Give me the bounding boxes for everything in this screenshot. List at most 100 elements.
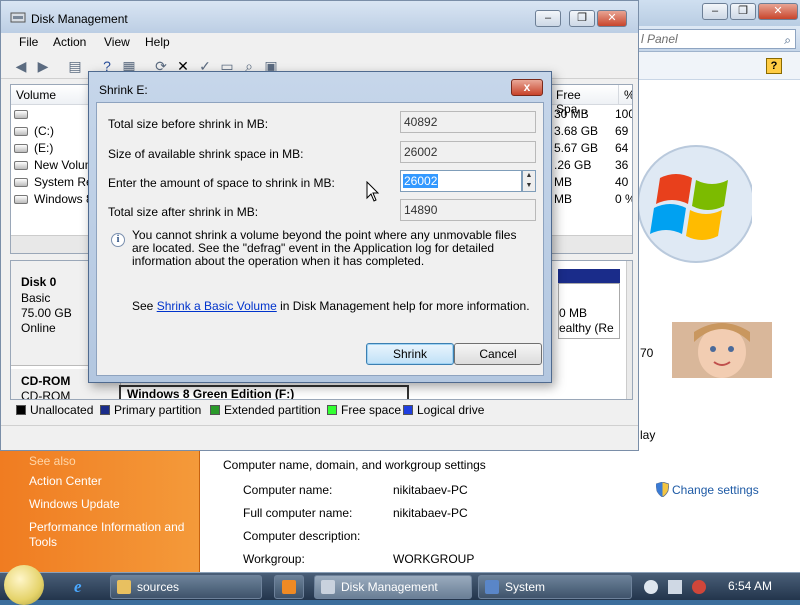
volume-row[interactable]: New Volum	[14, 158, 95, 172]
close-button[interactable]: ✕	[758, 3, 798, 20]
legend-swatch	[16, 405, 26, 415]
action-center-icon[interactable]	[644, 580, 658, 594]
volume-name: (C:)	[34, 124, 54, 138]
menu-action[interactable]: Action	[53, 35, 86, 49]
percent-free-cell: 36	[615, 158, 629, 172]
volume-row[interactable]: (E:)	[14, 141, 53, 155]
shrink-amount-spinner[interactable]: ▲ ▼	[522, 170, 536, 192]
menu-file[interactable]: File	[19, 35, 38, 49]
taskbar-item-label: sources	[137, 580, 180, 594]
available-shrink-label: Size of available shrink space in MB:	[108, 147, 304, 161]
status-bar	[1, 425, 638, 450]
internet-explorer-icon[interactable]: e	[74, 578, 92, 596]
legend-swatch	[210, 405, 220, 415]
taskbar-item-system[interactable]: System	[478, 575, 632, 599]
back-arrow-icon[interactable]: ◀	[13, 58, 29, 74]
disk0-name: Disk 0	[21, 275, 57, 289]
info-message: You cannot shrink a volume beyond the po…	[132, 228, 517, 268]
network-icon[interactable]	[668, 580, 682, 594]
workgroup-label: Workgroup:	[243, 552, 305, 566]
volume-row[interactable]	[14, 107, 34, 121]
column-percent-free[interactable]: % F	[619, 85, 632, 105]
action-center-link[interactable]: Action Center	[29, 474, 102, 488]
console-tree-icon[interactable]: ▤	[67, 58, 83, 74]
volume-row[interactable]: Windows 8	[14, 192, 93, 206]
clock[interactable]: 6:54 AM	[728, 579, 772, 593]
percent-free-cell: 0 %	[615, 192, 632, 206]
drive-icon	[14, 195, 28, 204]
taskbar: e sources Disk Management System 6:54 AM	[0, 565, 800, 605]
percent-free-cell: 100	[615, 107, 632, 121]
total-size-before-value: 40892	[400, 111, 536, 133]
start-button[interactable]	[4, 565, 44, 605]
disk0-type: Basic	[21, 291, 51, 305]
media-player-icon	[282, 580, 296, 594]
volume-row[interactable]: (C:)	[14, 124, 54, 138]
vertical-scrollbar[interactable]	[626, 261, 632, 399]
partition-block[interactable]: 0 MB ealthy (Re	[558, 283, 620, 339]
forward-arrow-icon[interactable]: ▶	[35, 58, 51, 74]
free-space-cell: 3.68 GB	[554, 124, 599, 138]
shrink-button[interactable]: Shrink	[366, 343, 454, 365]
legend-unallocated: Unallocated	[16, 403, 93, 417]
search-input[interactable]: l Panel ⌕	[638, 29, 796, 49]
system-tray: 6:54 AM	[640, 575, 800, 599]
spin-up-icon[interactable]: ▲	[523, 171, 535, 181]
mouse-cursor-icon	[366, 181, 380, 202]
legend-primary: Primary partition	[100, 403, 201, 417]
dm-maximize-button[interactable]: ❐	[569, 10, 595, 27]
performance-info-link[interactable]: Performance Information and	[29, 520, 184, 534]
legend-label: Extended partition	[224, 403, 321, 417]
display-label: lay	[640, 428, 656, 442]
spin-down-icon[interactable]: ▼	[523, 181, 535, 191]
shield-icon	[656, 482, 669, 497]
legend: Unallocated Primary partition Extended p…	[10, 401, 633, 419]
workgroup-value: WORKGROUP	[393, 552, 475, 566]
taskbar-item-disk-management[interactable]: Disk Management	[314, 575, 472, 599]
window-title: Disk Management	[31, 12, 128, 26]
minimize-button[interactable]: –	[702, 3, 728, 20]
legend-swatch	[327, 405, 337, 415]
volume-muted-icon[interactable]	[692, 580, 706, 594]
volume-row[interactable]: System Res	[14, 175, 99, 189]
performance-tools-link[interactable]: Tools	[29, 535, 57, 549]
partition-size: 0 MB	[559, 306, 588, 320]
menu-help[interactable]: Help	[145, 35, 170, 49]
computer-settings-heading: Computer name, domain, and workgroup set…	[223, 458, 486, 472]
menu-view[interactable]: View	[104, 35, 130, 49]
change-settings-link[interactable]: Change settings	[656, 482, 759, 497]
free-space-cell: MB	[554, 175, 572, 189]
cancel-button[interactable]: Cancel	[454, 343, 542, 365]
computer-name-value: nikitabaev-PC	[393, 483, 468, 497]
menu-bar: File Action View Help	[1, 33, 638, 53]
dm-minimize-button[interactable]: –	[535, 10, 561, 27]
computer-description-label: Computer description:	[243, 529, 361, 543]
maximize-button[interactable]: ❐	[730, 3, 756, 20]
help-icon[interactable]: ?	[766, 58, 782, 74]
free-space-cell: 30 MB	[554, 107, 589, 121]
search-placeholder: l Panel	[641, 32, 678, 46]
windows-update-link[interactable]: Windows Update	[29, 497, 120, 511]
shrink-dialog: Shrink E: x Total size before shrink in …	[88, 71, 552, 383]
legend-logical: Logical drive	[403, 403, 484, 417]
total-size-before-label: Total size before shrink in MB:	[108, 117, 269, 131]
drive-icon	[14, 110, 28, 119]
dialog-close-button[interactable]: x	[511, 79, 543, 96]
taskbar-item-media[interactable]	[274, 575, 304, 599]
address-bar: l Panel ⌕	[638, 26, 800, 52]
shrink-amount-value[interactable]: 26002	[403, 174, 439, 188]
dm-close-button[interactable]: ✕	[597, 10, 627, 27]
win8-partition[interactable]: Windows 8 Green Edition (F:)	[119, 385, 409, 399]
search-icon[interactable]: ⌕	[784, 31, 791, 49]
help-link[interactable]: Shrink a Basic Volume	[157, 299, 277, 313]
legend-label: Logical drive	[417, 403, 485, 417]
folder-icon	[117, 580, 131, 594]
disk-management-titlebar: Disk Management – ❐ ✕	[1, 1, 638, 33]
free-space-cell: .26 GB	[554, 158, 592, 172]
partition-status: ealthy (Re	[559, 321, 614, 335]
legend-free-space: Free space	[327, 403, 401, 417]
taskbar-item-sources[interactable]: sources	[110, 575, 262, 599]
volume-name: (E:)	[34, 141, 54, 155]
total-size-after-value: 14890	[400, 199, 536, 221]
column-free-space[interactable]: Free Spa...	[551, 85, 619, 116]
